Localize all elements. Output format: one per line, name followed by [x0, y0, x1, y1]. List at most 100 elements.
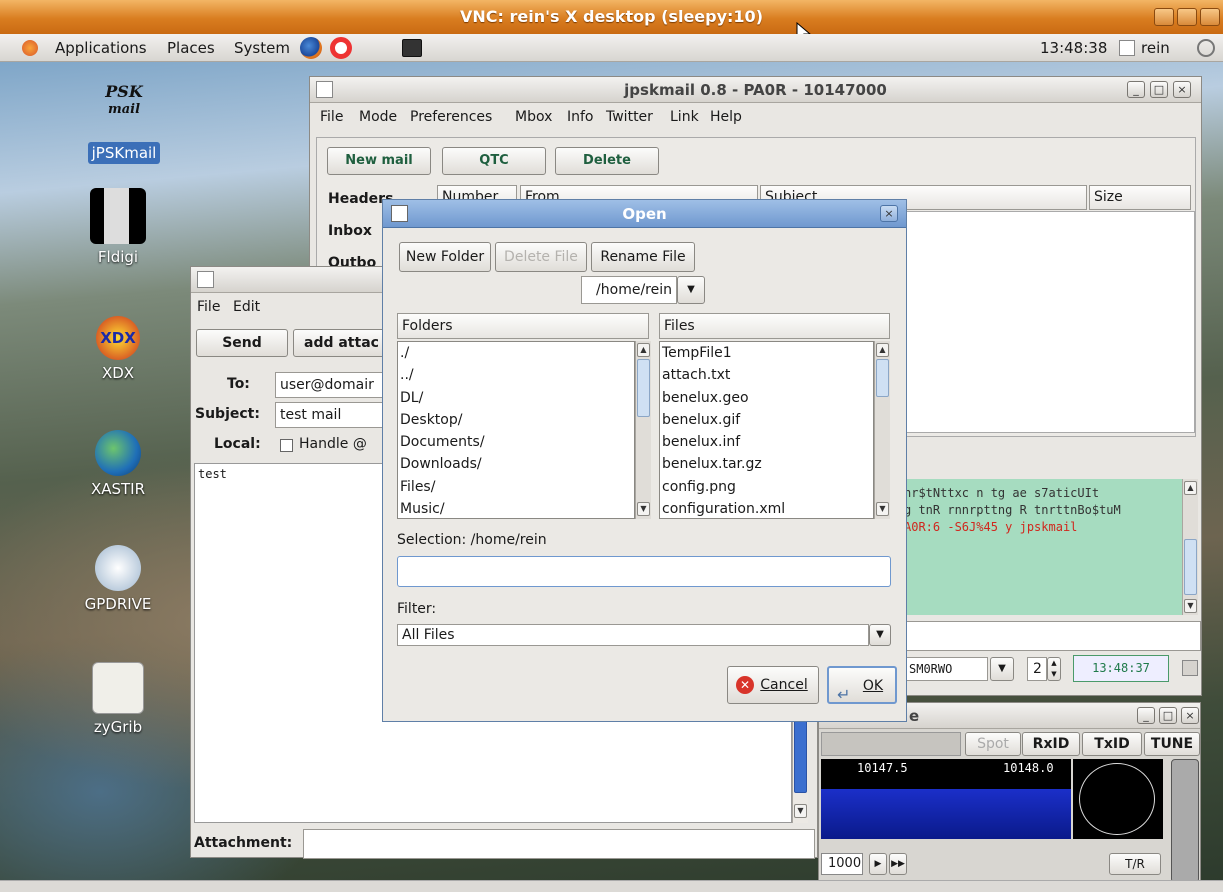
- column-size[interactable]: Size: [1089, 185, 1191, 210]
- clock[interactable]: 13:48:38: [1040, 34, 1107, 62]
- subject-field[interactable]: test mail: [275, 402, 395, 428]
- minimize-button[interactable]: _: [1137, 707, 1155, 724]
- rxid-button[interactable]: RxID: [1022, 732, 1080, 756]
- file-item[interactable]: attach.txt: [660, 364, 873, 386]
- folder-item[interactable]: ./: [398, 342, 634, 364]
- fast-forward-icon[interactable]: ▶▶: [889, 853, 907, 875]
- scroll-thumb[interactable]: [876, 359, 889, 397]
- file-item[interactable]: TempFile1: [660, 342, 873, 364]
- scroll-thumb[interactable]: [794, 713, 807, 793]
- waterfall-freq-field[interactable]: 1000: [821, 853, 863, 875]
- firefox-icon[interactable]: [300, 37, 322, 59]
- tune-button[interactable]: TUNE: [1144, 732, 1200, 756]
- desktop-icon-fldigi[interactable]: Fldigi: [68, 188, 168, 266]
- desktop-icon-gpdrive[interactable]: GPDRIVE: [68, 545, 168, 613]
- to-field[interactable]: user@domair: [275, 372, 395, 398]
- file-item[interactable]: configuration.xml: [660, 498, 873, 518]
- desktop-icon-xastir[interactable]: XASTIR: [68, 430, 168, 498]
- menu-mode[interactable]: Mode: [359, 109, 397, 125]
- chevron-down-icon[interactable]: ▼: [869, 624, 891, 646]
- folder-item[interactable]: Desktop/: [398, 409, 634, 431]
- new-mail-button[interactable]: New mail: [327, 147, 431, 175]
- folder-item[interactable]: DL/: [398, 387, 634, 409]
- scroll-thumb[interactable]: [637, 359, 650, 417]
- vnc-close-button[interactable]: [1200, 8, 1220, 26]
- tab-inbox[interactable]: Inbox: [328, 223, 372, 239]
- menu-preferences[interactable]: Preferences: [410, 109, 492, 125]
- folders-scrollbar[interactable]: ▲ ▼: [635, 341, 651, 519]
- power-icon[interactable]: [1197, 39, 1215, 57]
- close-button[interactable]: ×: [880, 205, 898, 222]
- menu-link[interactable]: Link: [670, 109, 699, 125]
- desktop-icon-zygrib[interactable]: zyGrib: [68, 662, 168, 736]
- folder-item[interactable]: ../: [398, 364, 634, 386]
- minimize-button[interactable]: _: [1127, 81, 1145, 98]
- scroll-down-icon[interactable]: ▼: [876, 502, 889, 516]
- delete-button[interactable]: Delete: [555, 147, 659, 175]
- channel-spinner[interactable]: 2: [1027, 657, 1047, 681]
- file-item[interactable]: benelux.gif: [660, 409, 873, 431]
- callsign-select[interactable]: SM0RWO: [904, 657, 988, 681]
- tr-button[interactable]: T/R: [1109, 853, 1161, 875]
- close-button[interactable]: ×: [1173, 81, 1191, 98]
- ok-button[interactable]: ↵ OK: [827, 666, 897, 704]
- folder-item[interactable]: Documents/: [398, 431, 634, 453]
- terminal-icon[interactable]: [402, 39, 422, 57]
- scroll-down-icon[interactable]: ▼: [794, 804, 807, 818]
- menu-file[interactable]: File: [320, 109, 343, 125]
- file-item[interactable]: benelux.geo: [660, 387, 873, 409]
- handle-checkbox[interactable]: [280, 439, 293, 452]
- cancel-button[interactable]: ✕ Cancel: [727, 666, 819, 704]
- scroll-thumb[interactable]: [1184, 539, 1197, 595]
- scroll-up-icon[interactable]: ▲: [637, 343, 650, 357]
- command-input[interactable]: [900, 621, 1201, 651]
- chevron-down-icon[interactable]: ▼: [677, 276, 705, 304]
- selection-input[interactable]: [397, 556, 891, 587]
- folders-list[interactable]: ./ ../ DL/ Desktop/ Documents/ Downloads…: [397, 341, 635, 519]
- system-menu[interactable]: System: [234, 34, 290, 62]
- file-item[interactable]: benelux.tar.gz: [660, 453, 873, 475]
- maximize-button[interactable]: □: [1159, 707, 1177, 724]
- menu-edit[interactable]: Edit: [233, 299, 260, 315]
- folder-item[interactable]: Music/: [398, 498, 634, 518]
- send-button[interactable]: Send: [196, 329, 288, 357]
- desktop-icon-xdx[interactable]: XDX XDX: [68, 316, 168, 382]
- attachment-field[interactable]: [303, 829, 815, 859]
- help-icon[interactable]: [330, 37, 352, 59]
- files-scrollbar[interactable]: ▲ ▼: [874, 341, 890, 519]
- maximize-button[interactable]: □: [1150, 81, 1168, 98]
- level-slider[interactable]: [1171, 759, 1199, 883]
- filter-select[interactable]: All Files: [397, 624, 869, 646]
- menu-mbox[interactable]: Mbox: [515, 109, 552, 125]
- files-list[interactable]: TempFile1 attach.txt benelux.geo benelux…: [659, 341, 874, 519]
- applications-menu[interactable]: Applications: [55, 34, 147, 62]
- scroll-up-icon[interactable]: ▲: [1184, 481, 1197, 495]
- folder-item[interactable]: Files/: [398, 476, 634, 498]
- qtc-button[interactable]: QTC: [442, 147, 546, 175]
- file-item[interactable]: benelux.inf: [660, 431, 873, 453]
- new-folder-button[interactable]: New Folder: [399, 242, 491, 272]
- scroll-down-icon[interactable]: ▼: [1184, 599, 1197, 613]
- spot-button[interactable]: Spot: [965, 732, 1021, 756]
- add-attachment-button[interactable]: add attac: [293, 329, 393, 357]
- rename-file-button[interactable]: Rename File: [591, 242, 695, 272]
- menu-help[interactable]: Help: [710, 109, 742, 125]
- scroll-up-icon[interactable]: ▲: [876, 343, 889, 357]
- chevron-down-icon[interactable]: ▼: [990, 657, 1014, 681]
- vnc-maximize-button[interactable]: [1154, 8, 1174, 26]
- txid-button[interactable]: TxID: [1082, 732, 1142, 756]
- places-menu[interactable]: Places: [167, 34, 215, 62]
- vnc-minimize-button[interactable]: [1177, 8, 1197, 26]
- desktop-icon-jpskmail[interactable]: PSK mail jPSKmail: [74, 84, 174, 164]
- scroll-down-icon[interactable]: ▼: [637, 502, 650, 516]
- path-select[interactable]: /home/rein: [581, 276, 677, 304]
- close-button[interactable]: ×: [1181, 707, 1199, 724]
- file-item[interactable]: config.png: [660, 476, 873, 498]
- menu-info[interactable]: Info: [567, 109, 594, 125]
- user-name[interactable]: rein: [1141, 34, 1170, 62]
- spinner-arrows-icon[interactable]: ▲ ▼: [1047, 657, 1061, 681]
- folder-item[interactable]: Downloads/: [398, 453, 634, 475]
- menu-twitter[interactable]: Twitter: [606, 109, 653, 125]
- terminal-scrollbar[interactable]: ▲ ▼: [1182, 479, 1198, 615]
- waterfall[interactable]: 10147.5 10148.0: [821, 759, 1071, 839]
